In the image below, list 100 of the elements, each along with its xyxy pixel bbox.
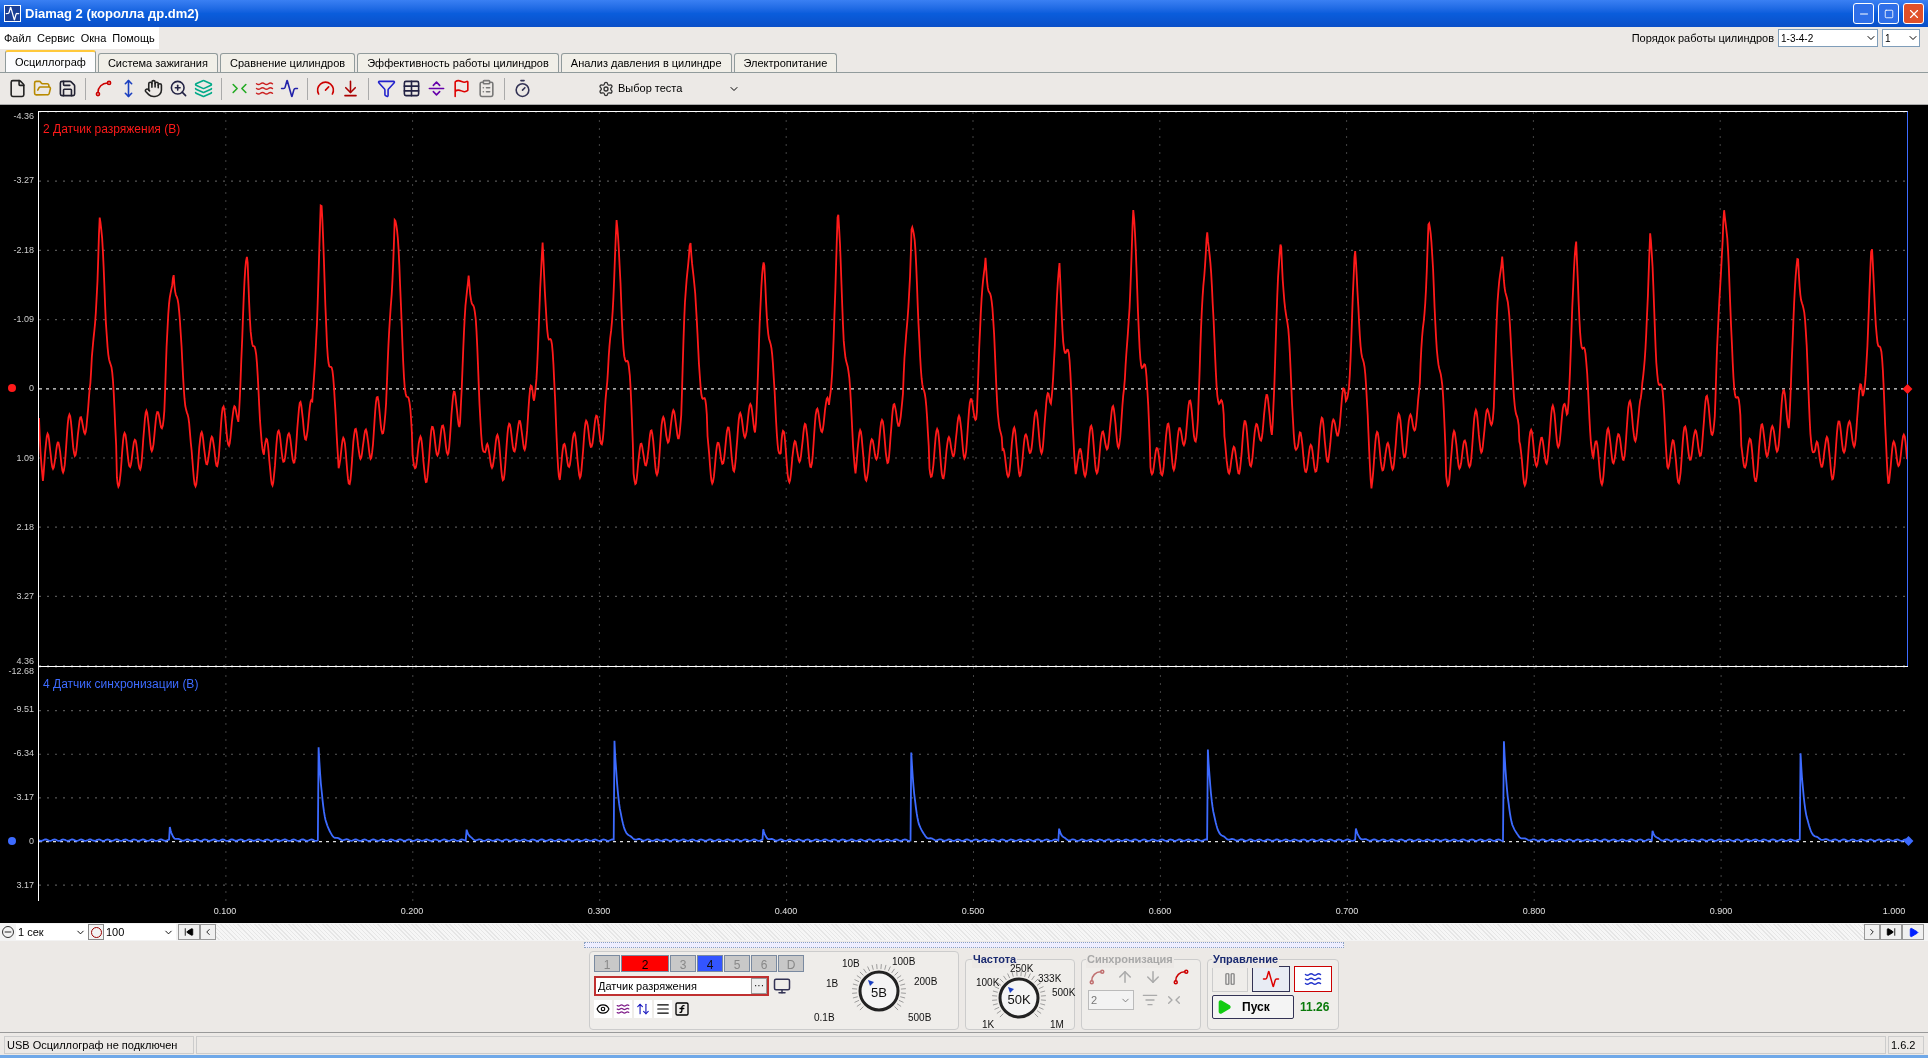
wave-icon[interactable] (280, 79, 299, 98)
play-button[interactable] (1902, 924, 1924, 940)
reading: 11.26 (1300, 999, 1330, 1016)
period-dropdown[interactable]: 1 сек (16, 924, 88, 940)
first-button[interactable] (178, 924, 200, 940)
y-tick-label: 0 (29, 383, 34, 393)
status-message: USB Осциллограф не подключен (4, 1035, 194, 1054)
gauge-icon[interactable] (316, 79, 335, 98)
sine-button[interactable] (1252, 966, 1290, 992)
waves-button[interactable] (1294, 966, 1332, 992)
y-tick-label: -2.18 (13, 245, 34, 255)
y-tick-label: 3.27 (16, 591, 34, 601)
skip-back-icon (184, 927, 194, 937)
cylinder-dropdown[interactable]: 1 (1882, 29, 1920, 47)
tab[interactable]: Сравнение цилиндров (220, 53, 356, 72)
timer-icon[interactable] (513, 79, 532, 98)
knob-scale-label: 100В (892, 957, 916, 967)
tab[interactable]: Эффективность работы цилиндров (357, 53, 559, 72)
y-tick-label: -3.27 (13, 175, 34, 185)
x-tick-label: 0.500 (961, 905, 985, 918)
flag-icon[interactable] (452, 79, 471, 98)
back-button[interactable] (200, 924, 216, 940)
y-tick-label: 1.09 (16, 453, 34, 463)
y-tick-label: -4.36 (13, 111, 34, 121)
zoom-dropdown[interactable]: 100 (104, 924, 176, 940)
y-tick-label: 2.18 (16, 522, 34, 532)
waves-icon[interactable] (614, 1000, 632, 1018)
vertical-arrows-icon[interactable] (634, 1000, 652, 1018)
sensor-field[interactable]: Датчик разряжения ··· (594, 976, 769, 996)
knob-scale-label: 1В (826, 979, 839, 989)
menu-item[interactable]: Окна (80, 29, 107, 47)
save-icon[interactable] (58, 79, 77, 98)
app-icon (4, 5, 21, 22)
y-tick-label: -1.09 (13, 314, 34, 324)
zoom-in-icon[interactable] (169, 79, 188, 98)
splitter-handle[interactable] (584, 942, 1344, 948)
knob-value: 50K (1006, 991, 1032, 1009)
last-button[interactable] (1880, 924, 1902, 940)
menu-item[interactable]: Сервис (37, 29, 75, 47)
waves-icon[interactable] (255, 79, 274, 98)
page-icon[interactable] (8, 79, 27, 98)
function-icon[interactable] (674, 1001, 690, 1017)
channel-button[interactable]: 2 (621, 955, 669, 972)
cylinder-order-dropdown[interactable]: 1-3-4-2 (1778, 29, 1878, 47)
hand-icon[interactable] (144, 79, 163, 98)
menu-item[interactable]: Помощь (112, 29, 155, 47)
menu-item[interactable]: Файл (4, 29, 32, 47)
waves-icon (1304, 970, 1322, 988)
knob-scale-label: 1K (982, 1020, 995, 1030)
tab[interactable]: Осциллограф (5, 50, 96, 72)
zero-marker-icon[interactable] (8, 836, 16, 845)
table-icon[interactable] (402, 79, 421, 98)
rising-edge-icon[interactable] (1088, 968, 1106, 986)
clipboard-icon[interactable] (477, 79, 496, 98)
tab[interactable]: Анализ давления в цилиндре (560, 53, 732, 72)
knob-scale-label: 1M (1050, 1020, 1064, 1030)
falling-edge-icon[interactable] (1172, 968, 1190, 986)
restore-button[interactable] (1878, 3, 1899, 24)
arrow-to-line-icon[interactable] (341, 79, 360, 98)
knob-scale-label: 0.1В (814, 1013, 835, 1023)
y-tick-label: -3.17 (13, 792, 34, 802)
x-tick-label: 1.000 (1882, 905, 1906, 918)
knob-scale-label: 500K (1052, 988, 1076, 998)
zero-marker-icon[interactable] (1903, 836, 1914, 847)
curve-icon[interactable] (94, 79, 113, 98)
channel-title: 2 Датчик разряжения (В) (43, 121, 181, 138)
knob-scale-label: 10В (842, 959, 860, 969)
play-icon (1907, 926, 1919, 938)
knob-value: 5В (870, 984, 888, 1002)
start-button[interactable]: Пуск (1212, 995, 1294, 1019)
y-tick-label: -12.68 (8, 666, 34, 676)
cylinder-order-label: Порядок работы цилиндров (1631, 30, 1774, 46)
x-tick-label: 0.400 (774, 905, 798, 918)
y-tick-label: -6.34 (13, 748, 34, 758)
folder-icon[interactable] (33, 79, 52, 98)
separator-icon[interactable] (427, 79, 446, 98)
y-tick-label: 0 (29, 836, 34, 846)
browse-button[interactable]: ··· (751, 978, 767, 994)
window-title: Diamag 2 (королла др.dm2) (25, 4, 199, 23)
zero-marker-icon[interactable] (8, 384, 16, 393)
minimize-button[interactable] (1853, 3, 1874, 24)
x-tick-label: 0.700 (1335, 905, 1359, 918)
y-tick-label: 4.36 (16, 656, 34, 666)
channel-button[interactable]: 4 (697, 955, 723, 972)
x-tick-label: 0.800 (1522, 905, 1546, 918)
filter-icon[interactable] (377, 79, 396, 98)
x-tick-label: 0.300 (587, 905, 611, 918)
eye-icon[interactable] (594, 1000, 612, 1018)
tab[interactable]: Электропитание (733, 53, 838, 72)
lines-icon[interactable] (654, 1000, 672, 1018)
restore-icon (1883, 8, 1894, 19)
test-select-dropdown[interactable]: Выбор теста (594, 76, 744, 101)
zero-marker-icon[interactable] (1902, 383, 1913, 394)
gear-icon (598, 80, 614, 97)
close-button[interactable] (1903, 3, 1924, 24)
monitor-icon[interactable] (773, 977, 791, 995)
version-label: 1.6.2 (1888, 1035, 1924, 1054)
x-tick-label: 0.100 (213, 905, 237, 918)
tab[interactable]: Система зажигания (97, 53, 218, 72)
knob-scale-label: 500В (908, 1013, 932, 1023)
